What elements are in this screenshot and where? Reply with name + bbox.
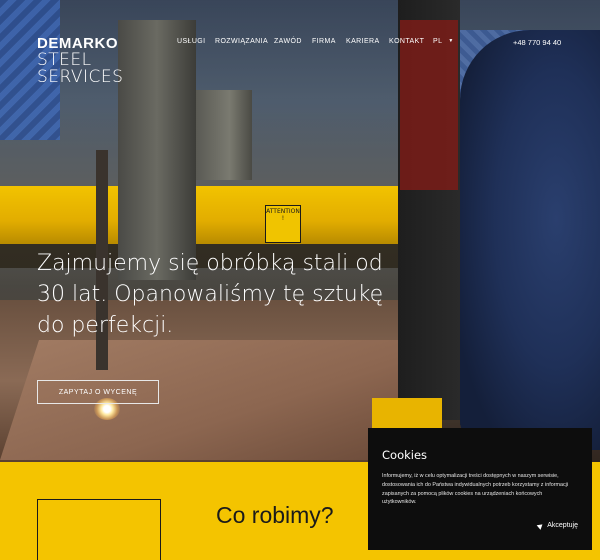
brand-logo[interactable]: DEMARKO STEEL SERVICES <box>37 36 123 86</box>
language-selector[interactable]: PL ▼ <box>433 38 454 45</box>
machine-motor-graphic <box>196 90 252 180</box>
nav-item-firma[interactable]: FIRMA <box>312 38 336 45</box>
logo-sub-line2: SERVICES <box>37 67 124 87</box>
hero-heading: Zajmujemy się obróbką stali od 30 lat. O… <box>37 251 384 338</box>
chevron-down-icon: ▼ <box>448 38 454 44</box>
nav-item-kontakt[interactable]: KONTAKT <box>389 38 424 45</box>
nav-item-kariera[interactable]: KARIERA <box>346 38 380 45</box>
quote-request-button[interactable]: ZAPYTAJ O WYCENĘ <box>37 380 159 404</box>
services-frame <box>37 499 161 560</box>
section-title: Co robimy? <box>216 502 334 528</box>
hero-section: ATTENTION ! DEMARKO STEEL SERVICES USŁUG… <box>0 0 600 462</box>
accept-cookies-button[interactable]: Akceptuję <box>536 521 578 530</box>
worker-silhouette <box>460 30 600 450</box>
nav-item-zawod[interactable]: ZAWÓD <box>274 38 302 45</box>
cookie-title: Cookies <box>382 448 428 462</box>
cursor-arrow-icon <box>536 521 545 530</box>
accept-label: Akceptuję <box>547 522 578 529</box>
phone-number[interactable]: +48 770 94 40 <box>513 38 561 47</box>
nav-item-uslugi[interactable]: USŁUGI <box>177 38 205 45</box>
cookie-text: Informujemy, iż w celu optymalizacji tre… <box>382 473 569 506</box>
cookie-banner: Cookies Informujemy, iż w celu optymaliz… <box>368 428 592 550</box>
cutting-machine-graphic <box>118 20 196 280</box>
language-label: PL <box>433 38 443 45</box>
nav-item-rozwiazania[interactable]: ROZWIĄZANIA <box>215 38 268 45</box>
red-panel-graphic <box>400 20 458 190</box>
gantry-rail-graphic <box>0 186 400 244</box>
attention-sign: ATTENTION ! <box>265 205 301 243</box>
